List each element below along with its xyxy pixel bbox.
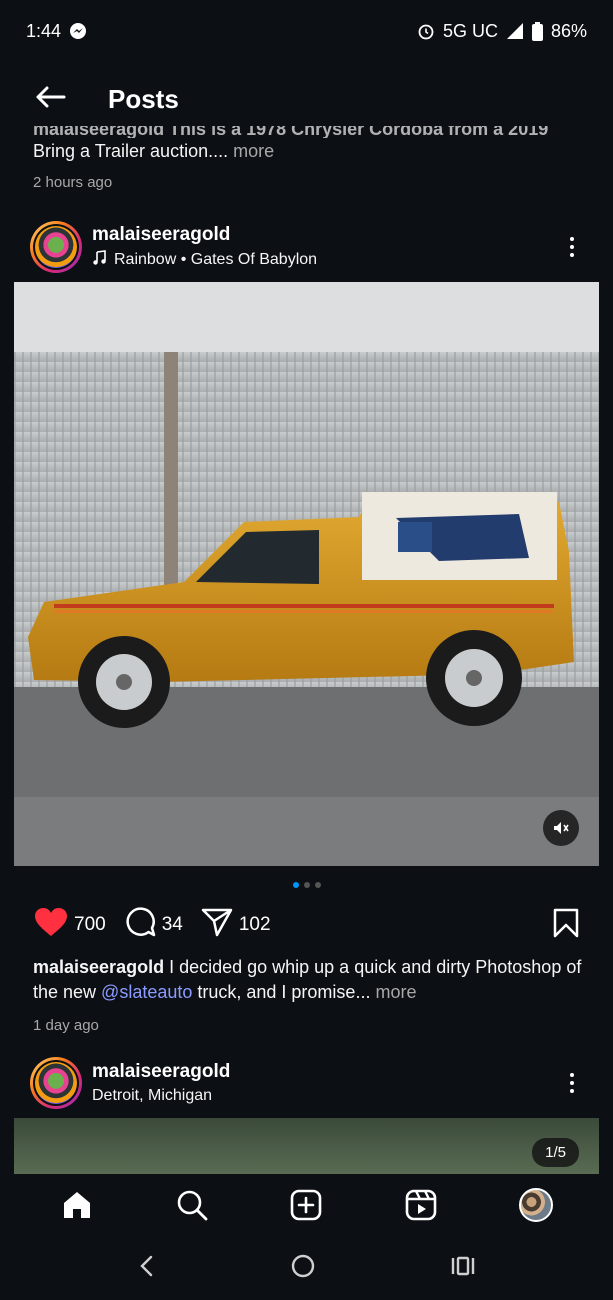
system-home-icon[interactable] [290,1253,316,1284]
previous-caption-text: Bring a Trailer auction.... [33,141,229,161]
caption-more-link[interactable]: more [375,982,416,1002]
comment-count[interactable]: 34 [162,914,183,936]
posts-header: Posts [0,62,613,136]
carousel-counter: 1/5 [532,1138,579,1167]
carousel-indicator [0,882,613,888]
battery-percent: 86% [550,20,587,41]
messenger-icon [69,22,87,40]
back-arrow-icon[interactable] [34,85,66,114]
status-bar: 1:44 5G UC 86% [0,0,613,62]
page-title: Posts [108,83,179,114]
audio-track[interactable]: Rainbow • Gates Of Babylon [114,251,317,269]
music-note-icon [92,249,108,271]
caption-text-2: truck, and I promise... [192,982,371,1002]
reels-icon[interactable] [399,1183,443,1227]
bookmark-icon[interactable] [553,908,579,943]
next-post-header: malaiseeragold Detroit, Michigan [30,1056,590,1110]
post-actions: 700 34 102 [34,906,579,944]
avatar[interactable] [30,221,82,273]
next-post-image[interactable]: 1/5 [14,1118,599,1178]
carousel-dot [314,882,321,888]
next-post-location[interactable]: Detroit, Michigan [92,1087,562,1105]
status-time: 1:44 [26,20,62,41]
profile-avatar[interactable] [514,1183,558,1227]
mute-icon[interactable] [543,810,579,846]
heart-icon[interactable] [34,907,68,943]
post-caption: malaiseeragold I decided go whip up a qu… [33,955,593,1038]
truck-photo [14,282,599,866]
comment-icon[interactable] [124,906,156,944]
search-icon[interactable] [170,1183,214,1227]
battery-icon [531,21,543,41]
next-post-username[interactable]: malaiseeragold [92,1061,562,1083]
share-icon[interactable] [201,907,233,943]
carousel-dot-active [292,882,299,888]
caption-username[interactable]: malaiseeragold [33,957,164,977]
previous-post-caption: malaiseeragold This is a 1978 Chrysler C… [33,126,593,196]
home-icon[interactable] [55,1183,99,1227]
post-time: 1 day ago [33,1017,99,1034]
avatar[interactable] [30,1057,82,1109]
bottom-navigation [0,1174,613,1236]
caption-mention[interactable]: @slateauto [101,982,192,1002]
network-label: 5G UC [442,20,498,41]
previous-post-time: 2 hours ago [33,174,113,191]
create-icon[interactable] [284,1183,328,1227]
system-recents-icon[interactable] [450,1254,476,1283]
post-username[interactable]: malaiseeragold [92,224,562,246]
more-options-icon[interactable] [562,1073,582,1093]
post-image[interactable] [14,282,599,866]
post-header: malaiseeragold Rainbow • Gates Of Babylo… [30,220,590,274]
like-count[interactable]: 700 [74,914,106,936]
alarm-icon [417,22,435,40]
carousel-dot [303,882,310,888]
previous-caption-cut: malaiseeragold This is a 1978 Chrysler C… [33,126,549,138]
system-navigation [0,1236,613,1300]
previous-more-link[interactable]: more [233,141,274,161]
more-options-icon[interactable] [562,237,582,257]
system-back-icon[interactable] [137,1254,157,1283]
signal-icon [506,22,524,40]
share-count[interactable]: 102 [239,914,271,936]
